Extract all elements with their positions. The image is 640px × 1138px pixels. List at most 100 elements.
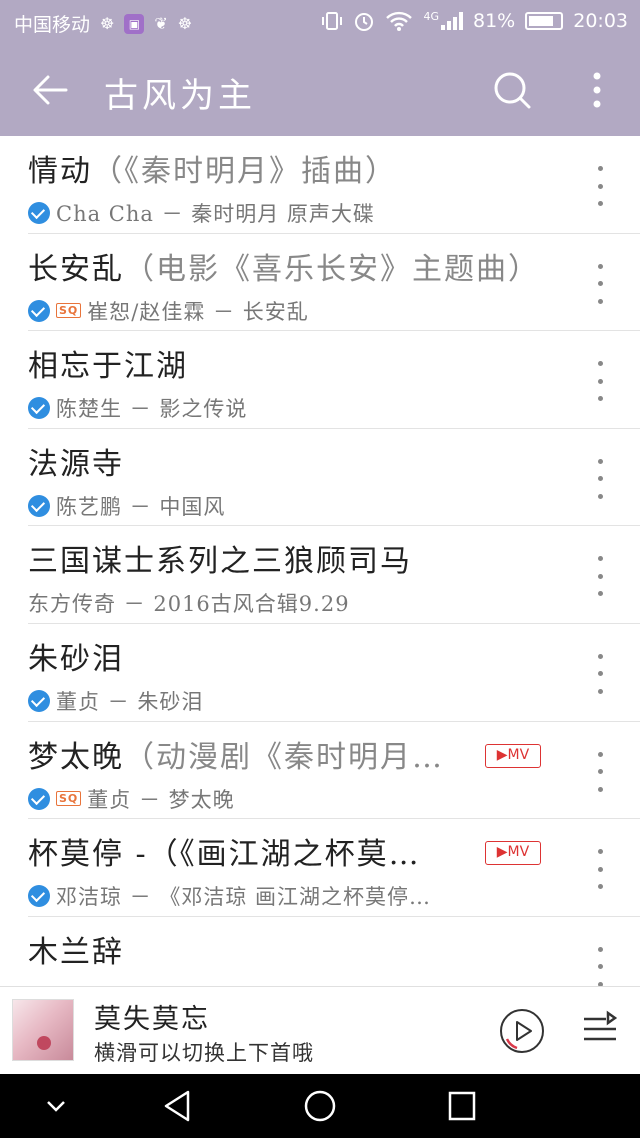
artist-album: Cha Cha － 秦时明月 原声大碟 bbox=[56, 202, 375, 226]
song-row[interactable]: 情动（《秦时明月》插曲） Cha Cha － 秦时明月 原声大碟 bbox=[0, 136, 640, 234]
song-more-icon[interactable] bbox=[590, 458, 610, 499]
alarm-icon bbox=[355, 13, 374, 31]
mv-badge[interactable]: ▶MV bbox=[485, 841, 541, 866]
notification-icon: ❦ bbox=[154, 13, 168, 33]
song-row[interactable]: 相忘于江湖陈楚生 － 影之传说 bbox=[0, 331, 640, 429]
battery-icon bbox=[525, 12, 564, 30]
song-name: 朱砂泪 bbox=[28, 641, 124, 677]
song-row[interactable]: 梦太晚（动漫剧《秦时明月… ▶MV SQ 董贞 － 梦太晚 bbox=[0, 722, 640, 820]
more-vertical-icon[interactable] bbox=[580, 68, 614, 112]
song-title: 三国谋士系列之三狼顾司马 bbox=[28, 536, 412, 580]
song-meta: 邓洁琼 － 《邓洁琼 画江湖之杯莫停… bbox=[28, 881, 431, 911]
song-name: 杯莫停 -（《画江湖之杯莫… bbox=[28, 837, 421, 873]
song-more-icon[interactable] bbox=[590, 556, 610, 597]
song-title: 相忘于江湖 bbox=[28, 341, 188, 385]
notification-icon: ☸ bbox=[177, 13, 193, 33]
search-icon[interactable] bbox=[490, 68, 534, 112]
artist-album: 董贞 － 朱砂泪 bbox=[56, 689, 204, 714]
album-cover[interactable] bbox=[12, 999, 74, 1061]
song-more-icon[interactable] bbox=[590, 263, 610, 304]
back-arrow-icon[interactable] bbox=[28, 68, 72, 112]
mv-badge[interactable]: ▶MV bbox=[485, 743, 541, 768]
artist-album: 陈艺鹏 － 中国风 bbox=[56, 494, 226, 519]
collapse-icon[interactable] bbox=[36, 1088, 76, 1124]
artist-album: 东方传奇 － 2016古风合辑9.29 bbox=[28, 592, 350, 617]
back-triangle-icon[interactable] bbox=[158, 1088, 198, 1124]
song-meta: SQ 董贞 － 梦太晚 bbox=[28, 784, 235, 814]
verified-check-icon bbox=[28, 299, 50, 322]
song-title: 杯莫停 -（《画江湖之杯莫… bbox=[28, 829, 421, 873]
verified-check-icon bbox=[28, 202, 50, 224]
song-name: 法源寺 bbox=[28, 446, 124, 482]
verified-check-icon bbox=[28, 787, 50, 810]
now-playing-title: 莫失莫忘 bbox=[94, 1004, 210, 1035]
song-row[interactable]: 木兰辞 bbox=[0, 917, 640, 986]
song-name: 相忘于江湖 bbox=[28, 349, 188, 385]
song-name: 情动 bbox=[28, 154, 92, 189]
recents-square-icon[interactable] bbox=[442, 1088, 482, 1124]
song-meta: 陈艺鹏 － 中国风 bbox=[28, 491, 225, 521]
app-bar: 古风为主 bbox=[0, 44, 640, 136]
now-playing-hint: 横滑可以切换上下首哦 bbox=[94, 1041, 314, 1065]
song-row[interactable]: 法源寺陈艺鹏 － 中国风 bbox=[0, 429, 640, 527]
song-title: 情动（《秦时明月》插曲） bbox=[28, 146, 397, 190]
song-list[interactable]: 情动（《秦时明月》插曲） Cha Cha － 秦时明月 原声大碟长安乱（电影《喜乐… bbox=[0, 136, 640, 986]
song-more-icon[interactable] bbox=[590, 361, 610, 402]
song-meta: Cha Cha － 秦时明月 原声大碟 bbox=[28, 198, 375, 228]
verified-check-icon bbox=[28, 397, 50, 420]
song-more-icon[interactable] bbox=[590, 946, 610, 986]
status-bar: 中国移动 ☸ ▣ ❦ ☸ 4G 81% 20:03 bbox=[0, 0, 640, 44]
battery-percent: 81% bbox=[473, 10, 516, 32]
song-more-icon[interactable] bbox=[590, 653, 610, 694]
home-circle-icon[interactable] bbox=[300, 1088, 340, 1124]
song-name: 长安乱 bbox=[28, 251, 124, 287]
artist-album: 邓洁琼 － 《邓洁琼 画江湖之杯莫停… bbox=[56, 885, 432, 910]
song-meta: SQ 崔恕/赵佳霖 － 长安乱 bbox=[28, 296, 309, 326]
vibrate-icon bbox=[322, 12, 343, 30]
playlist-icon[interactable] bbox=[580, 1009, 620, 1049]
song-meta: 董贞 － 朱砂泪 bbox=[28, 686, 203, 716]
song-row[interactable]: 朱砂泪董贞 － 朱砂泪 bbox=[0, 624, 640, 722]
song-name: 木兰辞 bbox=[28, 934, 124, 970]
artist-album: 崔恕/赵佳霖 － 长安乱 bbox=[87, 299, 309, 324]
song-subtitle: （电影《喜乐长安》主题曲） bbox=[124, 251, 540, 287]
sq-badge: SQ bbox=[56, 791, 82, 807]
cover-art bbox=[37, 1036, 51, 1050]
clock: 20:03 bbox=[573, 10, 628, 32]
carrier-label: 中国移动 bbox=[14, 14, 91, 36]
song-row[interactable]: 三国谋士系列之三狼顾司马东方传奇 － 2016古风合辑9.29 bbox=[0, 526, 640, 624]
play-icon[interactable] bbox=[498, 1007, 546, 1055]
song-title: 法源寺 bbox=[28, 439, 124, 483]
status-left: 中国移动 ☸ ▣ ❦ ☸ bbox=[14, 10, 192, 37]
song-title: 梦太晚（动漫剧《秦时明月… bbox=[28, 732, 444, 776]
song-subtitle: （动漫剧《秦时明月… bbox=[124, 739, 444, 775]
song-name: 梦太晚 bbox=[28, 739, 124, 775]
verified-check-icon bbox=[28, 885, 50, 908]
song-more-icon[interactable] bbox=[590, 751, 610, 792]
song-more-icon[interactable] bbox=[590, 166, 610, 206]
sq-badge: SQ bbox=[56, 303, 82, 319]
mini-player[interactable]: 莫失莫忘 横滑可以切换上下首哦 bbox=[0, 986, 640, 1074]
artist-album: 陈楚生 － 影之传说 bbox=[56, 397, 248, 422]
network-label: 4G bbox=[423, 9, 439, 23]
wifi-icon bbox=[386, 11, 413, 31]
artist-album: 董贞 － 梦太晚 bbox=[87, 787, 235, 812]
song-row[interactable]: 杯莫停 -（《画江湖之杯莫… ▶MV 邓洁琼 － 《邓洁琼 画江湖之杯莫停… bbox=[0, 819, 640, 917]
song-meta: 东方传奇 － 2016古风合辑9.29 bbox=[28, 588, 350, 618]
song-more-icon[interactable] bbox=[590, 849, 610, 890]
status-right: 4G 81% 20:03 bbox=[321, 10, 628, 32]
signal-icon bbox=[441, 12, 463, 30]
verified-check-icon bbox=[28, 689, 50, 712]
system-nav-bar bbox=[0, 1074, 640, 1138]
song-row[interactable]: 长安乱（电影《喜乐长安》主题曲） SQ 崔恕/赵佳霖 － 长安乱 bbox=[0, 234, 640, 332]
page-title: 古风为主 bbox=[104, 76, 256, 116]
verified-check-icon bbox=[28, 494, 50, 517]
song-subtitle: （《秦时明月》插曲） bbox=[92, 154, 397, 189]
notification-icon: ☸ bbox=[100, 13, 115, 33]
song-title: 朱砂泪 bbox=[28, 634, 124, 678]
song-title: 长安乱（电影《喜乐长安》主题曲） bbox=[28, 244, 540, 288]
app-icon: ▣ bbox=[124, 13, 145, 34]
song-meta: 陈楚生 － 影之传说 bbox=[28, 393, 247, 423]
song-name: 三国谋士系列之三狼顾司马 bbox=[28, 544, 412, 580]
song-title: 木兰辞 bbox=[28, 927, 124, 971]
